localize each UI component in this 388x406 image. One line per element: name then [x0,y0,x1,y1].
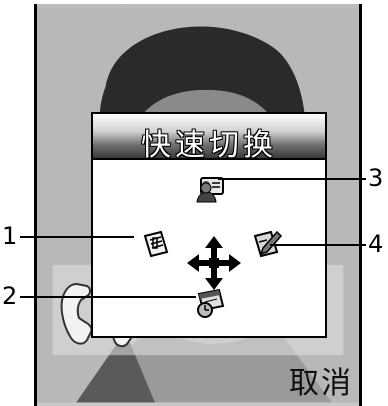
callout-line-4 [270,244,366,246]
callout-label-4: 4 [368,230,384,258]
callout-line-3 [218,178,366,180]
callout-label-1: 1 [2,222,18,250]
contact-card-icon[interactable] [195,172,227,204]
callout-line-2 [20,296,196,298]
calendar-clock-icon[interactable] [195,286,227,318]
notepad-icon[interactable] [141,228,173,260]
cancel-softkey[interactable]: 取消 [289,358,353,402]
quick-switch-popup: 快速切换 [91,112,327,338]
phone-screen: 快速切换 取消 [34,4,362,406]
callout-line-1 [20,236,134,238]
popup-title: 快速切换 [141,128,277,163]
callout-label-2: 2 [2,282,18,310]
callout-label-3: 3 [368,164,384,192]
four-way-arrows-icon [187,236,241,290]
popup-title-bar: 快速切换 [93,114,325,163]
